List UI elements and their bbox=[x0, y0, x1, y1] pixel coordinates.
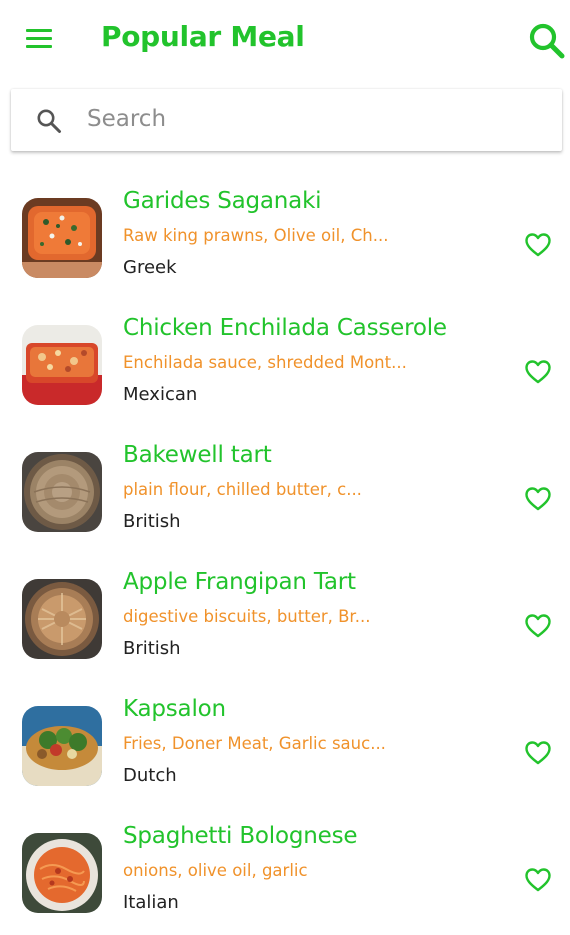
meal-thumbnail bbox=[22, 706, 102, 786]
meal-thumbnail bbox=[22, 325, 102, 405]
list-item[interactable]: Spaghetti Bolognese onions, olive oil, g… bbox=[0, 815, 570, 935]
list-item[interactable]: Garides Saganaki Raw king prawns, Olive … bbox=[0, 180, 570, 300]
meal-name: Apple Frangipan Tart bbox=[123, 569, 356, 595]
list-item[interactable]: Bakewell tart plain flour, chilled butte… bbox=[0, 434, 570, 554]
meal-thumbnail bbox=[22, 833, 102, 913]
meal-cuisine: Dutch bbox=[123, 765, 177, 786]
meal-thumbnail bbox=[22, 452, 102, 532]
search-bar bbox=[11, 89, 562, 151]
meal-ingredients: onions, olive oil, garlic bbox=[123, 861, 308, 880]
meal-cuisine: British bbox=[123, 638, 181, 659]
list-item[interactable]: Kapsalon Fries, Doner Meat, Garlic sauc.… bbox=[0, 688, 570, 808]
meal-ingredients: plain flour, chilled butter, c... bbox=[123, 480, 362, 499]
meal-name: Bakewell tart bbox=[123, 442, 272, 468]
app-bar: Popular Meal bbox=[0, 0, 570, 80]
meal-cuisine: British bbox=[123, 511, 181, 532]
heart-outline-icon[interactable] bbox=[524, 232, 552, 258]
meal-ingredients: Raw king prawns, Olive oil, Ch... bbox=[123, 226, 389, 245]
meal-name: Kapsalon bbox=[123, 696, 226, 722]
heart-outline-icon[interactable] bbox=[524, 867, 552, 893]
list-item[interactable]: Chicken Enchilada Casserole Enchilada sa… bbox=[0, 307, 570, 427]
meal-name: Garides Saganaki bbox=[123, 188, 322, 214]
heart-outline-icon[interactable] bbox=[524, 740, 552, 766]
meal-cuisine: Greek bbox=[123, 257, 177, 278]
meal-thumbnail bbox=[22, 579, 102, 659]
search-input[interactable] bbox=[87, 99, 527, 139]
meal-ingredients: Fries, Doner Meat, Garlic sauc... bbox=[123, 734, 386, 753]
meal-name: Chicken Enchilada Casserole bbox=[123, 315, 447, 341]
meal-ingredients: Enchilada sauce, shredded Mont... bbox=[123, 353, 407, 372]
heart-outline-icon[interactable] bbox=[524, 486, 552, 512]
meal-ingredients: digestive biscuits, butter, Br... bbox=[123, 607, 371, 626]
heart-outline-icon[interactable] bbox=[524, 359, 552, 385]
page-title: Popular Meal bbox=[101, 20, 305, 53]
meal-cuisine: Mexican bbox=[123, 384, 198, 405]
heart-outline-icon[interactable] bbox=[524, 613, 552, 639]
meal-name: Spaghetti Bolognese bbox=[123, 823, 358, 849]
search-icon bbox=[36, 108, 62, 134]
meal-cuisine: Italian bbox=[123, 892, 179, 913]
list-item[interactable]: Apple Frangipan Tart digestive biscuits,… bbox=[0, 561, 570, 681]
hamburger-menu-icon[interactable] bbox=[26, 29, 52, 49]
meal-thumbnail bbox=[22, 198, 102, 278]
search-icon[interactable] bbox=[528, 22, 566, 60]
